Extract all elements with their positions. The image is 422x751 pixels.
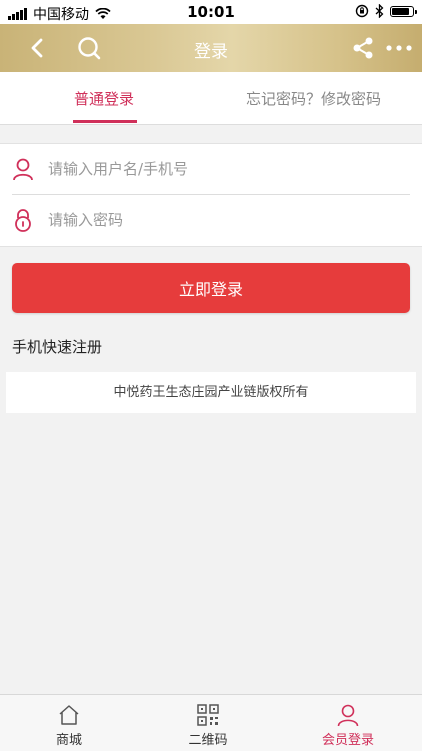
login-button[interactable]: 立即登录 (12, 263, 410, 313)
user-icon (13, 158, 33, 181)
orientation-lock-icon (355, 4, 369, 18)
password-input[interactable] (48, 205, 408, 235)
lock-icon (15, 209, 31, 232)
tabbar-label: 二维码 (188, 733, 228, 748)
copyright-notice: 中悦药王生态庄园产业链版权所有 (6, 372, 416, 413)
battery-fill (392, 7, 410, 15)
status-bar: 中国移动 10:01 (0, 0, 422, 24)
password-row (0, 195, 422, 245)
tab-forgot-password[interactable]: 忘记密码？修改密码 (246, 88, 381, 109)
active-tab-indicator (73, 120, 137, 123)
tab-normal-login[interactable]: 普通登录 (74, 88, 134, 109)
more-icon[interactable] (386, 45, 412, 51)
username-input[interactable] (48, 154, 408, 184)
tabbar-item-mall[interactable]: 商城 (29, 695, 109, 751)
login-form (0, 143, 422, 247)
user-icon (337, 704, 359, 727)
app-header: 登录 (0, 24, 422, 72)
username-row (0, 144, 422, 195)
tabbar-item-qrcode[interactable]: 二维码 (168, 695, 248, 751)
bottom-tabbar: 商城 二维码 会员登录 (0, 694, 422, 751)
bluetooth-icon (375, 4, 384, 18)
status-right (355, 4, 417, 18)
qrcode-icon (197, 704, 219, 726)
login-tabs: 普通登录 忘记密码？修改密码 (0, 72, 422, 125)
share-icon[interactable] (350, 35, 376, 61)
battery-icon (390, 5, 417, 17)
tabbar-item-member-login[interactable]: 会员登录 (308, 695, 388, 751)
home-icon (59, 705, 79, 725)
tabbar-label: 商城 (55, 733, 82, 748)
quick-register-link[interactable]: 手机快速注册 (12, 336, 102, 357)
tabbar-label: 会员登录 (321, 733, 374, 748)
